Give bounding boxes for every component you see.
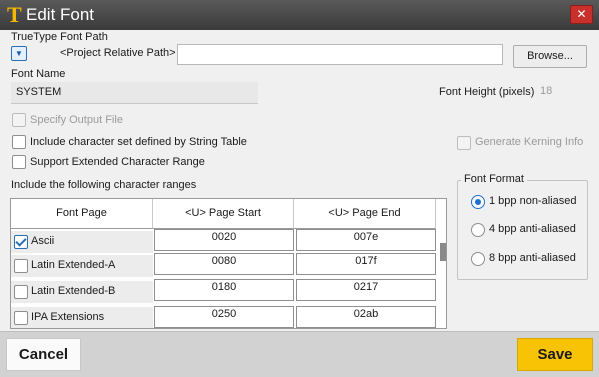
font-format-legend: Font Format bbox=[461, 173, 527, 185]
table-row-latin-extended-a[interactable]: Latin Extended-A bbox=[11, 255, 153, 277]
character-ranges-table: Font Page <U> Page Start <U> Page End As… bbox=[10, 198, 447, 329]
font-name-field[interactable]: SYSTEM bbox=[11, 82, 258, 104]
radio-1bpp-label: 1 bpp non-aliased bbox=[489, 195, 577, 207]
specify-output-label: Specify Output File bbox=[30, 114, 123, 126]
truetype-path-label: TrueType Font Path bbox=[11, 31, 108, 43]
table-row-latin-extended-b[interactable]: Latin Extended-B bbox=[11, 281, 153, 303]
specify-output-checkbox[interactable] bbox=[12, 113, 26, 127]
save-button[interactable]: Save bbox=[517, 338, 593, 371]
kerning-label: Generate Kerning Info bbox=[475, 136, 584, 148]
page-end-input[interactable]: 007e bbox=[296, 229, 436, 251]
extended-range-label: Support Extended Character Range bbox=[30, 156, 205, 168]
app-logo-icon: T bbox=[7, 2, 22, 27]
radio-4bpp[interactable] bbox=[471, 223, 485, 237]
page-start-input[interactable]: 0080 bbox=[154, 253, 294, 275]
row-checkbox[interactable] bbox=[14, 285, 28, 299]
font-path-input[interactable] bbox=[177, 44, 503, 65]
string-table-checkbox[interactable] bbox=[12, 135, 26, 149]
page-end-input[interactable]: 02ab bbox=[296, 306, 436, 328]
row-checkbox[interactable] bbox=[14, 235, 28, 249]
dialog-title: Edit Font bbox=[26, 5, 95, 24]
row-checkbox[interactable] bbox=[14, 259, 28, 273]
path-mode-label: <Project Relative Path> bbox=[60, 47, 176, 59]
radio-8bpp-label: 8 bpp anti-aliased bbox=[489, 252, 576, 264]
table-row-ascii[interactable]: Ascii bbox=[11, 231, 153, 253]
page-start-input[interactable]: 0180 bbox=[154, 279, 294, 301]
row-checkbox[interactable] bbox=[14, 311, 28, 325]
font-height-field[interactable]: 18 bbox=[533, 81, 583, 103]
table-row-ipa-extensions[interactable]: IPA Extensions bbox=[11, 307, 153, 328]
radio-4bpp-label: 4 bpp anti-aliased bbox=[489, 223, 576, 235]
close-button[interactable]: ✕ bbox=[570, 5, 593, 24]
row-font-page: IPA Extensions bbox=[31, 311, 105, 323]
title-bar: T Edit Font ✕ bbox=[0, 0, 599, 30]
column-header-font-page: Font Page bbox=[11, 199, 153, 229]
row-font-page: Latin Extended-A bbox=[31, 259, 116, 271]
cancel-button[interactable]: Cancel bbox=[6, 338, 81, 371]
column-header-page-start: <U> Page Start bbox=[153, 199, 294, 229]
extended-range-checkbox[interactable] bbox=[12, 155, 26, 169]
row-font-page: Latin Extended-B bbox=[31, 285, 116, 297]
page-start-input[interactable]: 0250 bbox=[154, 306, 294, 328]
kerning-checkbox[interactable] bbox=[457, 136, 471, 150]
page-end-input[interactable]: 0217 bbox=[296, 279, 436, 301]
radio-8bpp[interactable] bbox=[471, 252, 485, 266]
browse-button[interactable]: Browse... bbox=[513, 45, 587, 68]
ranges-label: Include the following character ranges bbox=[11, 179, 197, 191]
page-start-input[interactable]: 0020 bbox=[154, 229, 294, 251]
page-end-input[interactable]: 017f bbox=[296, 253, 436, 275]
footer-bar bbox=[0, 331, 599, 377]
path-mode-dropdown-icon[interactable]: ▼ bbox=[11, 46, 27, 61]
string-table-label: Include character set defined by String … bbox=[30, 136, 247, 148]
font-height-label: Font Height (pixels) bbox=[439, 86, 535, 98]
radio-1bpp[interactable] bbox=[471, 195, 485, 209]
font-name-label: Font Name bbox=[11, 68, 66, 80]
column-header-page-end: <U> Page End bbox=[294, 199, 436, 229]
table-scrollbar[interactable] bbox=[440, 243, 446, 261]
row-font-page: Ascii bbox=[31, 235, 55, 247]
